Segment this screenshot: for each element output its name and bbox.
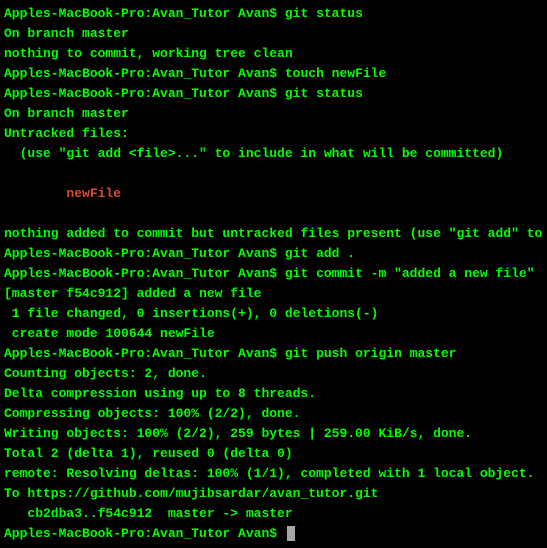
shell-command: touch newFile: [285, 66, 386, 81]
output-text: On branch master: [4, 26, 129, 41]
output-text: Total 2 (delta 1), reused 0 (delta 0): [4, 446, 293, 461]
output-text: Compressing objects: 100% (2/2), done.: [4, 406, 300, 421]
terminal-line: Apples-MacBook-Pro:Avan_Tutor Avan$ git …: [4, 244, 543, 264]
shell-prompt: Apples-MacBook-Pro:Avan_Tutor Avan$: [4, 6, 285, 21]
terminal-line: Apples-MacBook-Pro:Avan_Tutor Avan$ git …: [4, 84, 543, 104]
terminal-line: Apples-MacBook-Pro:Avan_Tutor Avan$ git …: [4, 264, 543, 284]
shell-command: git commit -m "added a new file": [285, 266, 535, 281]
output-text: remote: Resolving deltas: 100% (1/1), co…: [4, 466, 535, 481]
output-text: create mode 100644 newFile: [4, 326, 215, 341]
terminal-line: nothing added to commit but untracked fi…: [4, 224, 543, 244]
terminal-line: Counting objects: 2, done.: [4, 364, 543, 384]
terminal-line: create mode 100644 newFile: [4, 324, 543, 344]
shell-prompt: Apples-MacBook-Pro:Avan_Tutor Avan$: [4, 246, 285, 261]
terminal-line: Writing objects: 100% (2/2), 259 bytes |…: [4, 424, 543, 444]
untracked-file: newFile: [4, 186, 121, 201]
terminal-output[interactable]: Apples-MacBook-Pro:Avan_Tutor Avan$ git …: [4, 4, 543, 544]
terminal-line: Apples-MacBook-Pro:Avan_Tutor Avan$ git …: [4, 344, 543, 364]
terminal-line: cb2dba3..f54c912 master -> master: [4, 504, 543, 524]
shell-command: git status: [285, 6, 363, 21]
shell-prompt: Apples-MacBook-Pro:Avan_Tutor Avan$: [4, 266, 285, 281]
shell-command: git status: [285, 86, 363, 101]
terminal-line: Apples-MacBook-Pro:Avan_Tutor Avan$: [4, 524, 543, 544]
output-text: Writing objects: 100% (2/2), 259 bytes |…: [4, 426, 472, 441]
terminal-line: On branch master: [4, 24, 543, 44]
output-text: Counting objects: 2, done.: [4, 366, 207, 381]
shell-prompt: Apples-MacBook-Pro:Avan_Tutor Avan$: [4, 346, 285, 361]
terminal-line: remote: Resolving deltas: 100% (1/1), co…: [4, 464, 543, 484]
terminal-line: Compressing objects: 100% (2/2), done.: [4, 404, 543, 424]
terminal-line: Apples-MacBook-Pro:Avan_Tutor Avan$ git …: [4, 4, 543, 24]
shell-prompt: Apples-MacBook-Pro:Avan_Tutor Avan$: [4, 526, 285, 541]
shell-command: git push origin master: [285, 346, 457, 361]
terminal-line: Apples-MacBook-Pro:Avan_Tutor Avan$ touc…: [4, 64, 543, 84]
terminal-line: Total 2 (delta 1), reused 0 (delta 0): [4, 444, 543, 464]
terminal-line: (use "git add <file>..." to include in w…: [4, 144, 543, 164]
terminal-line: [master f54c912] added a new file: [4, 284, 543, 304]
terminal-line: [4, 164, 543, 184]
terminal-line: [4, 204, 543, 224]
terminal-line: newFile: [4, 184, 543, 204]
terminal-line: Untracked files:: [4, 124, 543, 144]
shell-command: git add .: [285, 246, 355, 261]
output-text: cb2dba3..f54c912 master -> master: [4, 506, 293, 521]
shell-prompt: Apples-MacBook-Pro:Avan_Tutor Avan$: [4, 66, 285, 81]
terminal-line: 1 file changed, 0 insertions(+), 0 delet…: [4, 304, 543, 324]
output-text: Untracked files:: [4, 126, 129, 141]
terminal-line: To https://github.com/mujibsardar/avan_t…: [4, 484, 543, 504]
output-text: To https://github.com/mujibsardar/avan_t…: [4, 486, 378, 501]
output-text: [master f54c912] added a new file: [4, 286, 261, 301]
output-text: 1 file changed, 0 insertions(+), 0 delet…: [4, 306, 378, 321]
terminal-line: nothing to commit, working tree clean: [4, 44, 543, 64]
terminal-line: On branch master: [4, 104, 543, 124]
output-text: Delta compression using up to 8 threads.: [4, 386, 316, 401]
shell-prompt: Apples-MacBook-Pro:Avan_Tutor Avan$: [4, 86, 285, 101]
output-text: (use "git add <file>..." to include in w…: [4, 146, 503, 161]
terminal-line: Delta compression using up to 8 threads.: [4, 384, 543, 404]
output-text: nothing added to commit but untracked fi…: [4, 226, 547, 241]
output-text: nothing to commit, working tree clean: [4, 46, 293, 61]
cursor-icon: [287, 526, 295, 541]
output-text: On branch master: [4, 106, 129, 121]
